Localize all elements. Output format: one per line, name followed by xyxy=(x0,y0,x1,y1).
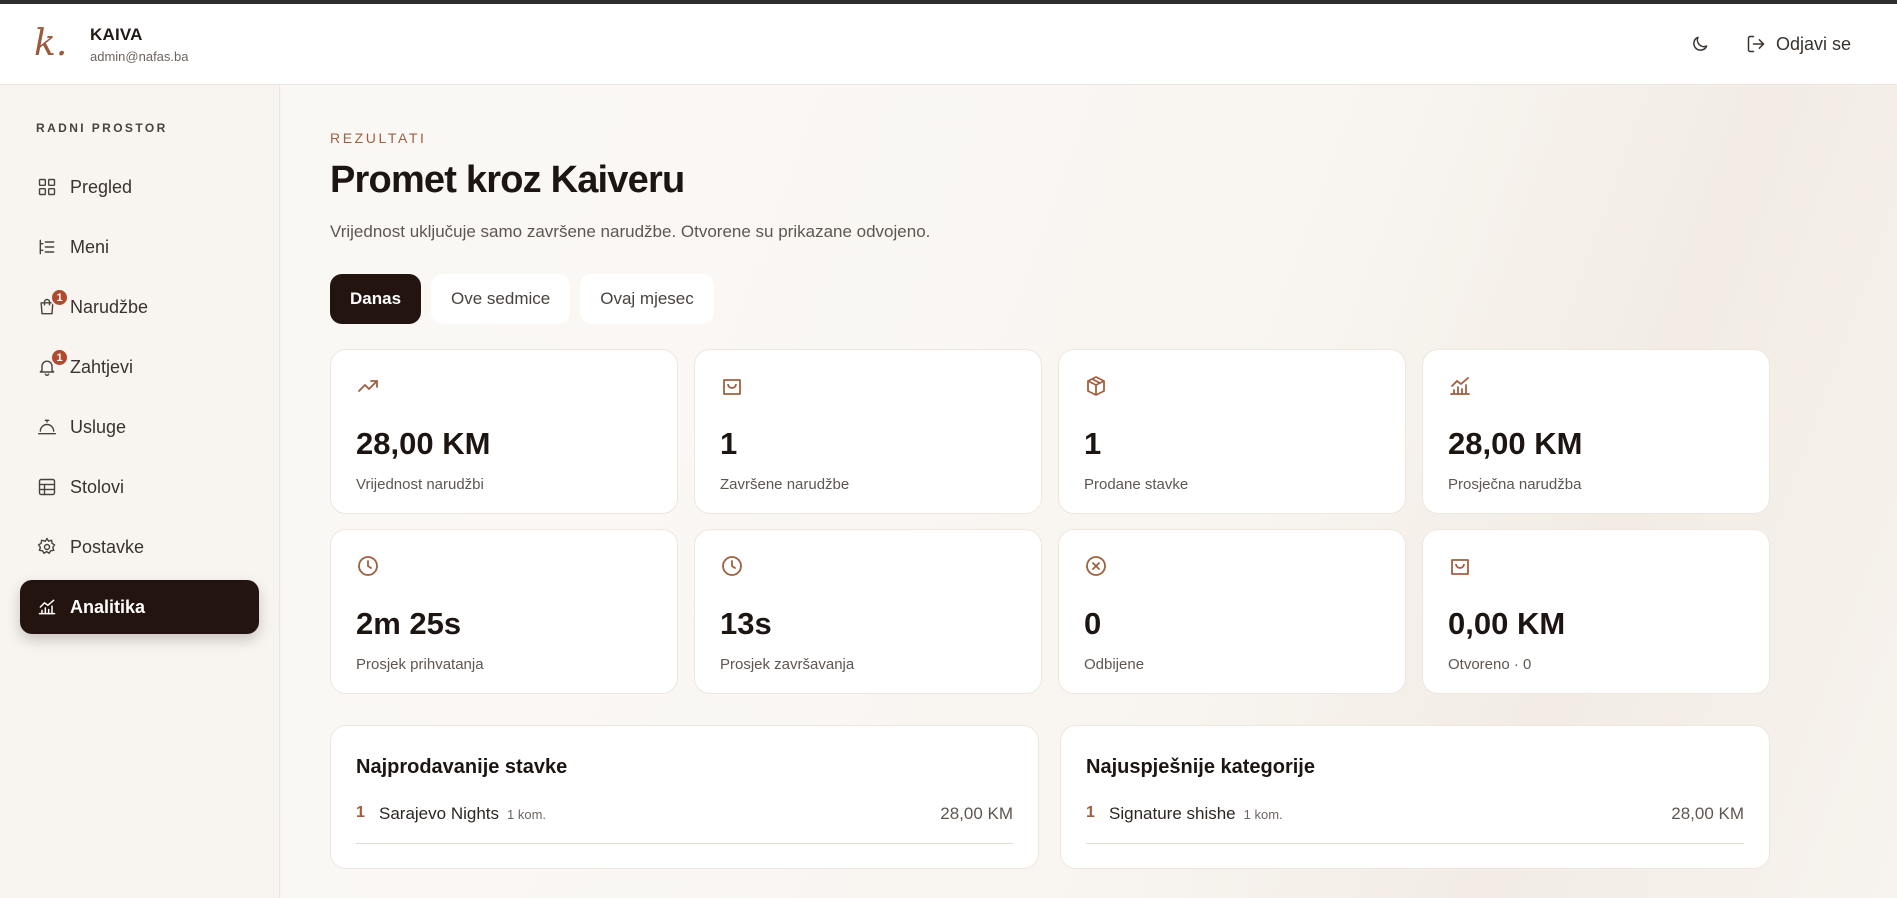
panel-title: Najuspješnije kategorije xyxy=(1086,756,1315,778)
row-name: Sarajevo Nights xyxy=(379,804,500,823)
row-rank: 1 xyxy=(356,804,365,821)
top-items-panel: Najprodavanije stavke 1 Sarajevo Nights … xyxy=(330,725,1039,869)
service-bell-icon xyxy=(36,416,58,438)
stat-label: Završene narudžbe xyxy=(720,476,850,493)
stat-card-sold-items: 1 Prodane stavke xyxy=(1058,349,1406,514)
stat-card-completed-orders: 1 Završene narudžbe xyxy=(694,349,1042,514)
package-icon xyxy=(1087,376,1105,396)
sidebar-item-zahtjevi[interactable]: 1 Zahtjevi xyxy=(20,340,259,394)
row-amount: 28,00 KM xyxy=(940,804,1013,823)
trending-up-icon xyxy=(358,380,378,392)
panel-title: Najprodavanije stavke xyxy=(356,756,568,778)
top-header: k. KAIVA admin@nafas.ba Odjavi se xyxy=(0,4,1897,85)
sidebar-item-meni[interactable]: Meni xyxy=(20,220,259,274)
row-rank: 1 xyxy=(1086,804,1095,821)
sidebar-item-label: Stolovi xyxy=(70,476,125,497)
logout-label: Odjavi se xyxy=(1775,33,1851,54)
stat-label: Prosjek prihvatanja xyxy=(356,656,484,673)
sidebar-item-pregled[interactable]: Pregled xyxy=(20,160,259,214)
sidebar-item-stolovi[interactable]: Stolovi xyxy=(20,460,259,514)
chart-icon xyxy=(1450,377,1470,395)
kaiva-logo: k. xyxy=(34,23,68,64)
tab-ove-sedmice[interactable]: Ove sedmice xyxy=(431,274,571,324)
sidebar: RADNI PROSTOR Pregled Meni 1 Narudžbe 1 xyxy=(0,85,280,898)
x-circle-icon xyxy=(1086,556,1106,576)
sidebar-item-label: Zahtjevi xyxy=(70,356,134,377)
row-amount: 28,00 KM xyxy=(1671,804,1744,823)
row-quantity: 1 kom. xyxy=(507,807,547,822)
sidebar-section-label: RADNI PROSTOR xyxy=(36,121,168,135)
gear-icon xyxy=(36,536,58,558)
stat-label: Prosjek završavanja xyxy=(720,656,855,673)
stat-value: 0 xyxy=(1084,606,1102,641)
sidebar-item-label: Analitika xyxy=(70,596,146,617)
clock-icon xyxy=(722,556,742,576)
sidebar-item-postavke[interactable]: Postavke xyxy=(20,520,259,574)
page-title: Promet kroz Kaiveru xyxy=(330,159,685,201)
sidebar-item-label: Usluge xyxy=(70,416,127,437)
stat-card-open: 0,00 KM Otvoreno · 0 xyxy=(1422,529,1770,694)
stat-card-avg-complete: 13s Prosjek završavanja xyxy=(694,529,1042,694)
moon-icon xyxy=(1693,36,1708,51)
brand-text: KAIVA admin@nafas.ba xyxy=(90,25,188,64)
period-tabs: Danas Ove sedmice Ovaj mjesec xyxy=(330,274,724,324)
theme-toggle-button[interactable] xyxy=(1682,26,1718,62)
sidebar-item-usluge[interactable]: Usluge xyxy=(20,400,259,454)
stat-value: 2m 25s xyxy=(356,606,462,641)
logout-button[interactable]: Odjavi se xyxy=(1746,34,1851,55)
stat-label: Prosječna narudžba xyxy=(1448,476,1582,493)
tab-danas[interactable]: Danas xyxy=(330,274,422,324)
top-categories-panel: Najuspješnije kategorije 1 Signature shi… xyxy=(1060,725,1770,869)
stat-value: 1 xyxy=(720,426,738,461)
stat-card-order-value: 28,00 KM Vrijednost narudžbi xyxy=(330,349,678,514)
stat-value: 0,00 KM xyxy=(1448,606,1566,641)
grid-icon xyxy=(36,176,58,198)
orders-count-badge: 1 xyxy=(50,288,69,307)
main-content: REZULTATI Promet kroz Kaiveru Vrijednost… xyxy=(281,85,1897,898)
list-item: 1 Sarajevo Nights 1 kom. 28,00 KM xyxy=(356,804,1013,844)
sidebar-item-label: Postavke xyxy=(70,536,145,557)
chart-icon xyxy=(36,596,58,618)
sidebar-item-analitika[interactable]: Analitika xyxy=(20,580,259,634)
stat-card-rejected: 0 Odbijene xyxy=(1058,529,1406,694)
stat-value: 28,00 KM xyxy=(1448,426,1583,461)
stat-label: Otvoreno · 0 xyxy=(1448,656,1532,673)
clock-icon xyxy=(358,556,378,576)
sidebar-item-label: Narudžbe xyxy=(70,296,149,317)
stat-value: 1 xyxy=(1084,426,1102,461)
brand-name: KAIVA xyxy=(90,24,143,44)
stat-card-avg-accept: 2m 25s Prosjek prihvatanja xyxy=(330,529,678,694)
brand[interactable]: k. KAIVA admin@nafas.ba xyxy=(34,25,188,64)
stat-label: Prodane stavke xyxy=(1084,476,1189,493)
page-description: Vrijednost uključuje samo završene narud… xyxy=(330,222,931,241)
stat-value: 13s xyxy=(720,606,772,641)
stat-label: Vrijednost narudžbi xyxy=(356,476,484,493)
list-item: 1 Signature shishe 1 kom. 28,00 KM xyxy=(1086,804,1744,844)
shopping-bag-icon xyxy=(1451,559,1469,575)
user-email: admin@nafas.ba xyxy=(90,48,189,64)
header-actions: Odjavi se xyxy=(1682,26,1851,62)
sidebar-nav: Pregled Meni 1 Narudžbe 1 Zahtjevi Uslug… xyxy=(20,160,259,640)
table-icon xyxy=(36,476,58,498)
menu-list-icon xyxy=(36,236,58,258)
tab-ovaj-mjesec[interactable]: Ovaj mjesec xyxy=(580,274,714,324)
row-name: Signature shishe xyxy=(1109,804,1236,823)
stat-card-average-order: 28,00 KM Prosječna narudžba xyxy=(1422,349,1770,514)
requests-count-badge: 1 xyxy=(50,348,69,367)
logout-icon xyxy=(1747,35,1765,53)
section-eyebrow: REZULTATI xyxy=(330,130,427,146)
sidebar-item-narudzbe[interactable]: 1 Narudžbe xyxy=(20,280,259,334)
shopping-bag-icon xyxy=(723,379,741,395)
sidebar-item-label: Meni xyxy=(70,236,110,257)
stat-value: 28,00 KM xyxy=(356,426,491,461)
stat-label: Odbijene xyxy=(1084,656,1145,673)
sidebar-item-label: Pregled xyxy=(70,176,133,197)
row-quantity: 1 kom. xyxy=(1243,807,1283,822)
